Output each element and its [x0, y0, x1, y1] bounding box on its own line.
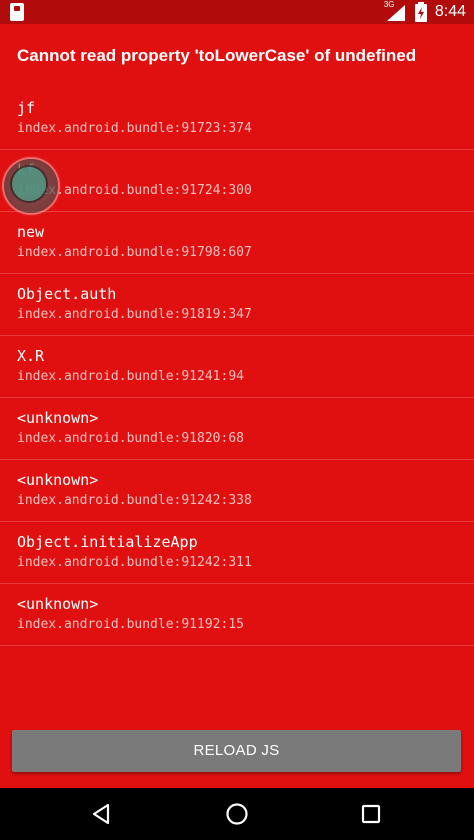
stack-frame[interactable]: <unknown> index.android.bundle:91820:68 — [0, 398, 474, 460]
battery-icon — [414, 2, 427, 22]
back-triangle-icon[interactable] — [90, 802, 114, 826]
frame-location: index.android.bundle:91819:347 — [17, 307, 252, 322]
frame-location: index.android.bundle:91192:15 — [17, 617, 244, 632]
reload-js-button[interactable]: RELOAD JS — [12, 730, 461, 772]
frame-function: <unknown> — [17, 471, 99, 489]
stack-frame[interactable]: Object.auth index.android.bundle:91819:3… — [0, 274, 474, 336]
stack-frame[interactable]: kf index.android.bundle:91724:300 — [0, 150, 474, 212]
frame-function: <unknown> — [17, 595, 99, 613]
status-right-group: 3G 8:44 — [383, 0, 466, 24]
network-indicator: 3G — [383, 0, 407, 22]
stack-trace-list: jf index.android.bundle:91723:374 kf ind… — [0, 88, 474, 646]
touch-indicator-icon — [0, 155, 62, 217]
frame-location: index.android.bundle:91798:607 — [17, 245, 252, 260]
frame-function: <unknown> — [17, 409, 99, 427]
frame-function: jf — [17, 99, 36, 117]
status-bar: 3G 8:44 — [0, 0, 474, 24]
stack-frame[interactable]: Object.initializeApp index.android.bundl… — [0, 522, 474, 584]
frame-function: new — [17, 223, 45, 241]
frame-function: X.R — [17, 347, 45, 365]
status-time: 8:44 — [434, 3, 466, 20]
stack-frame[interactable]: <unknown> index.android.bundle:91192:15 — [0, 584, 474, 646]
notification-icon — [10, 3, 24, 21]
home-circle-icon[interactable] — [225, 802, 249, 826]
recents-square-icon[interactable] — [359, 802, 383, 826]
stack-frame[interactable]: X.R index.android.bundle:91241:94 — [0, 336, 474, 398]
frame-location: index.android.bundle:91820:68 — [17, 431, 244, 446]
frame-location: index.android.bundle:91241:94 — [17, 369, 244, 384]
frame-location: index.android.bundle:91723:374 — [17, 121, 252, 136]
touch-point — [12, 167, 46, 201]
navigation-bar — [0, 788, 474, 840]
stack-frame[interactable]: <unknown> index.android.bundle:91242:338 — [0, 460, 474, 522]
error-title: Cannot read property 'toLowerCase' of un… — [17, 46, 417, 65]
frame-location: index.android.bundle:91242:311 — [17, 555, 252, 570]
stack-frame[interactable]: jf index.android.bundle:91723:374 — [0, 88, 474, 150]
frame-function: Object.initializeApp — [17, 533, 198, 551]
frame-location: index.android.bundle:91242:338 — [17, 493, 252, 508]
stack-frame[interactable]: new index.android.bundle:91798:607 — [0, 212, 474, 274]
network-type-label: 3G — [383, 0, 395, 9]
frame-function: Object.auth — [17, 285, 117, 303]
